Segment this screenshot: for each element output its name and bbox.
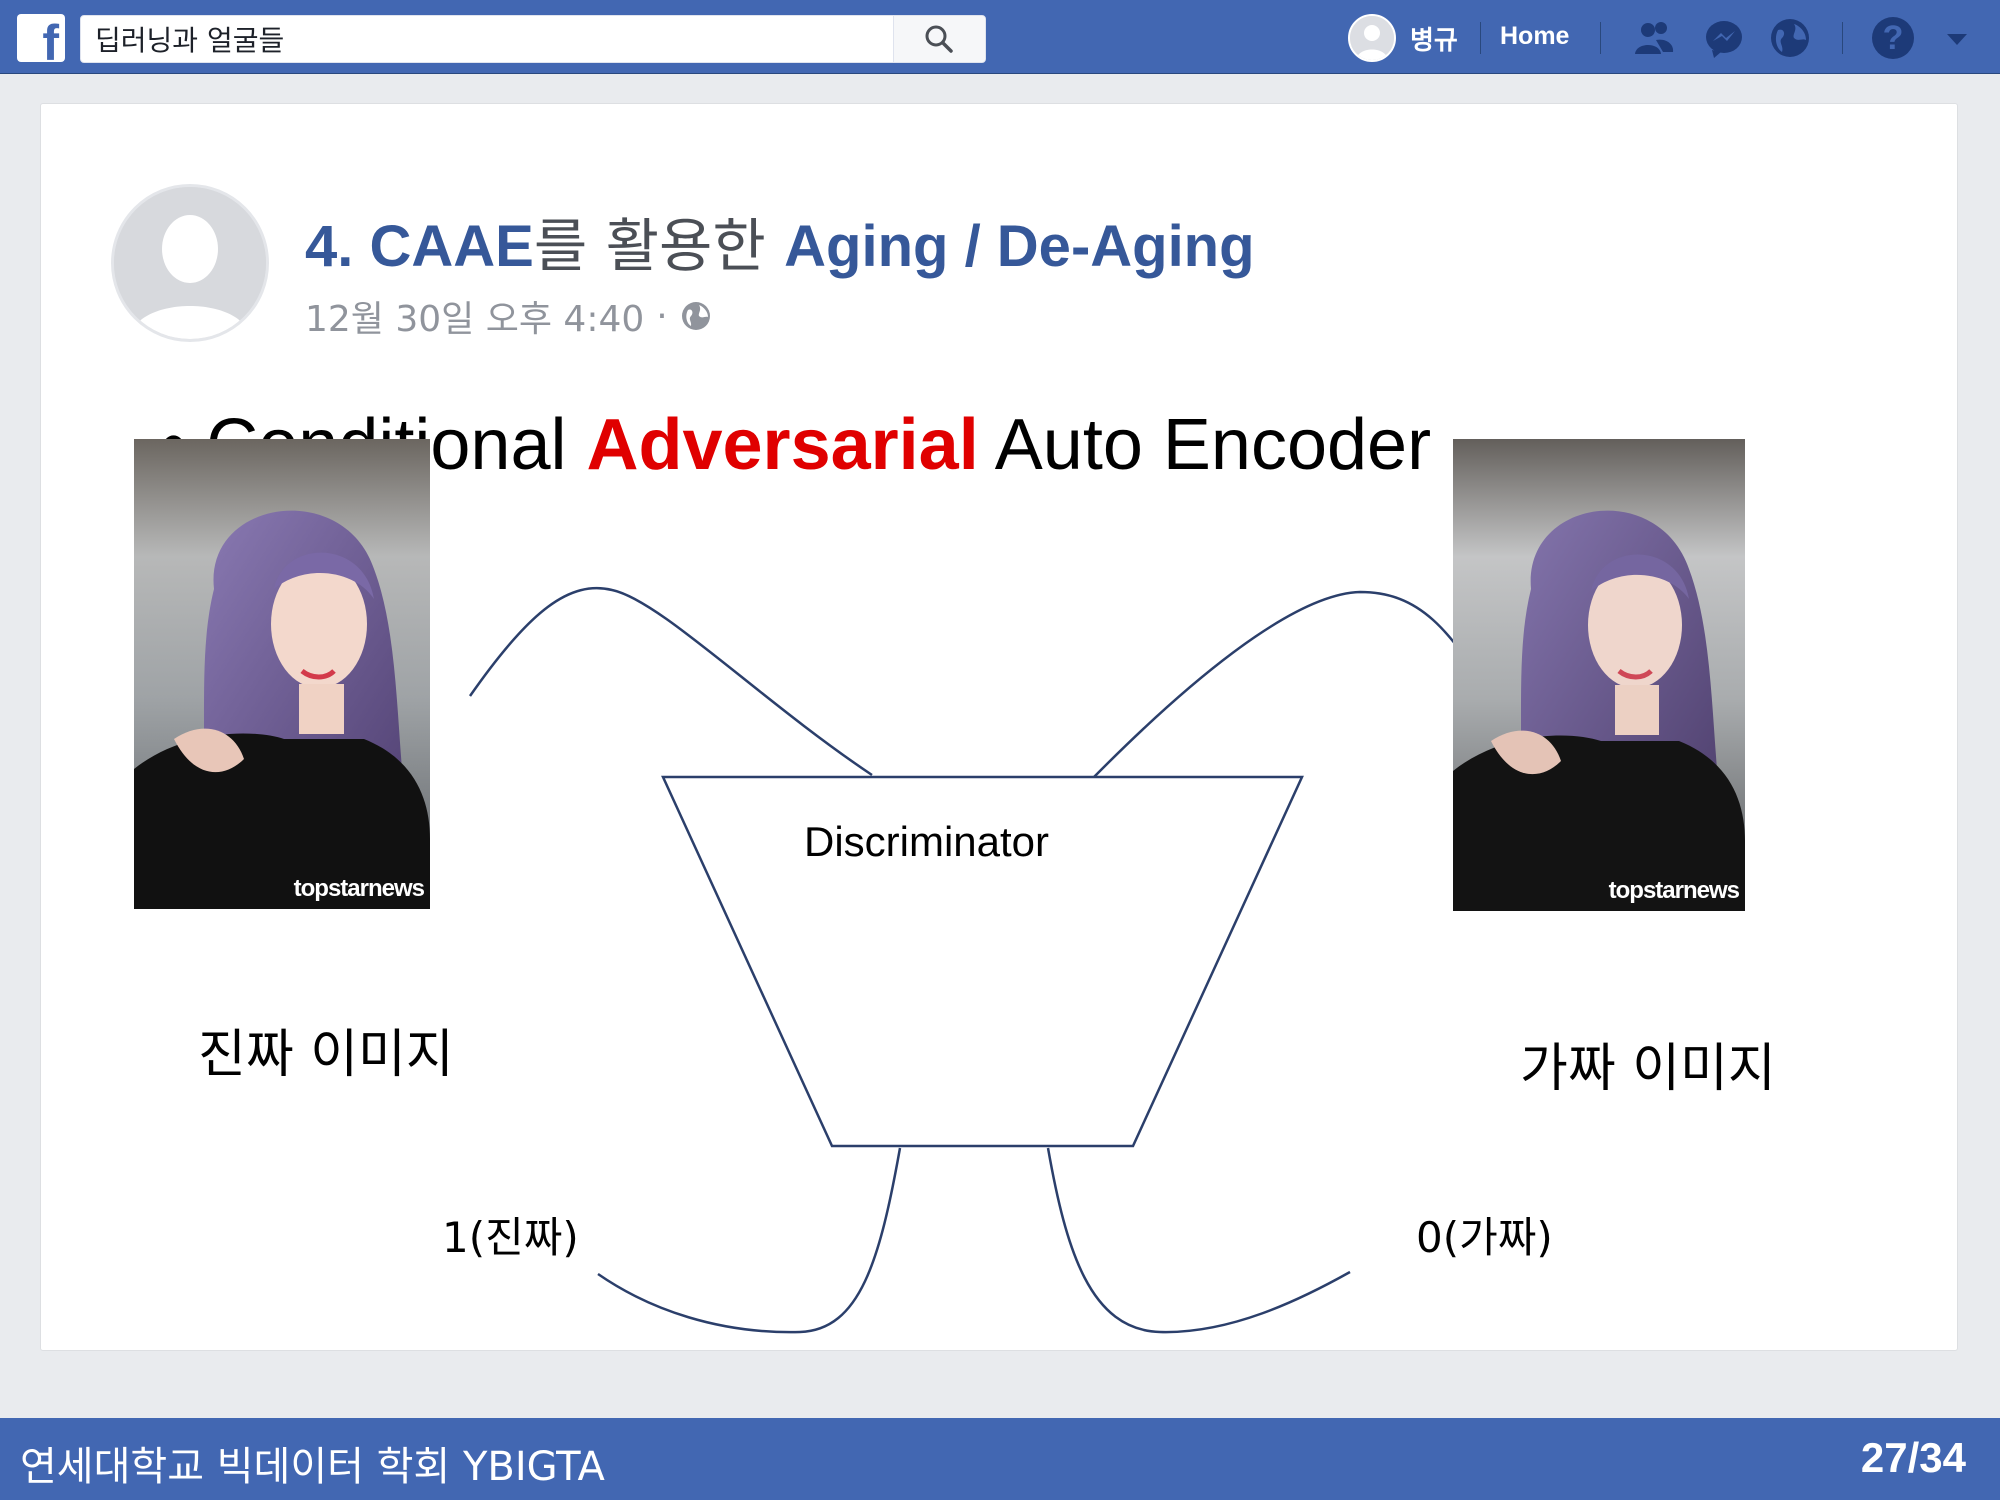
real-image-watermark: topstarnews [293, 875, 425, 902]
fake-image-caption: 가짜 이미지 [1520, 1039, 1776, 1099]
real-output-curve [597, 1147, 902, 1334]
fake-portrait-image [1453, 439, 1745, 911]
fake-to-discriminator-curve [1093, 590, 1495, 778]
page-number: 27/34 [1860, 1434, 1966, 1481]
slide-footer: 연세대학교 빅데이터 학회 YBIGTA 27/34 [0, 1418, 2000, 1500]
fake-image: topstarnews [1453, 439, 1745, 911]
fake-output-curve [1046, 1147, 1351, 1334]
real-image-caption: 진짜 이미지 [198, 1025, 454, 1085]
footer-organization: 연세대학교 빅데이터 학회 YBIGTA [20, 1444, 605, 1490]
real-to-discriminator-curve [468, 586, 873, 777]
discriminator-label: Discriminator [804, 818, 1050, 865]
real-output-label: 1(진짜) [442, 1213, 579, 1262]
real-image: topstarnews [134, 439, 430, 909]
fake-image-watermark: topstarnews [1608, 877, 1740, 904]
fake-output-label: 0(가짜) [1416, 1213, 1553, 1262]
real-portrait-image [134, 439, 430, 909]
